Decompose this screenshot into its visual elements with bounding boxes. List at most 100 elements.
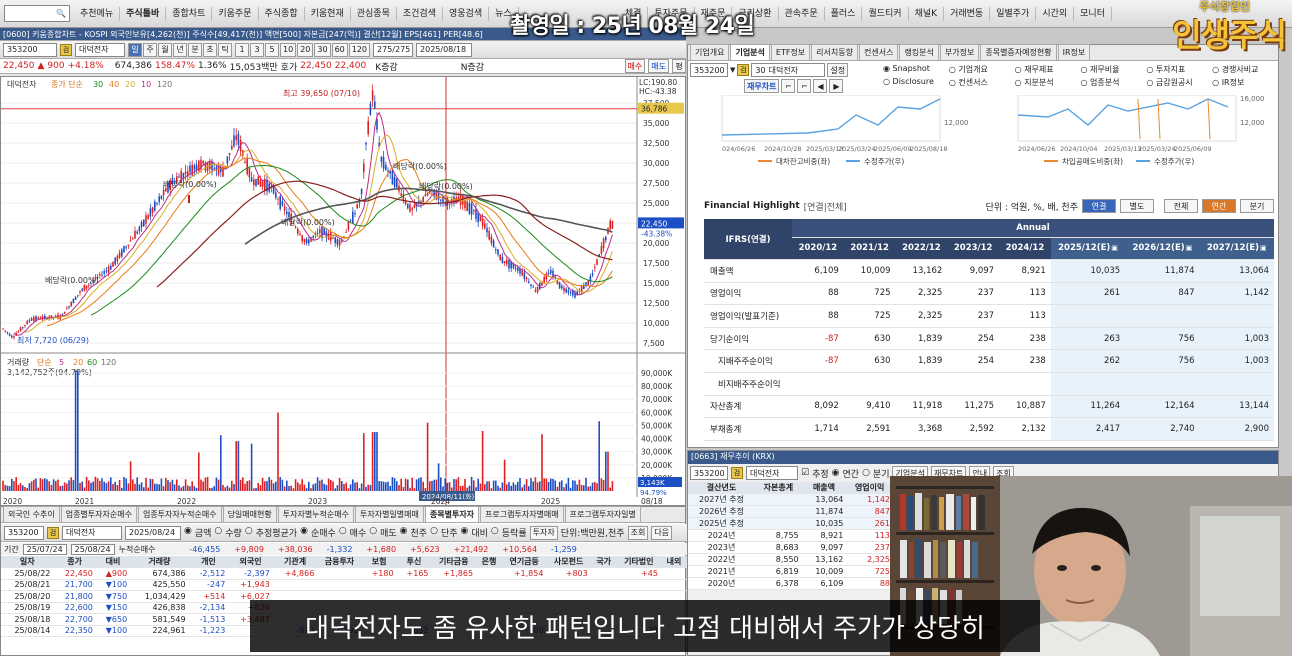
period-button-1[interactable]: 주 [143, 42, 157, 57]
buy-button[interactable]: 매수 [624, 59, 646, 73]
estimate-icon[interactable]: ▣ [1111, 244, 1118, 252]
investor-code-input[interactable]: 353200 [4, 525, 44, 540]
fin-view-radio[interactable]: ○ 컨센서스 [949, 77, 1015, 88]
chart-code-input[interactable]: 353200 [3, 42, 57, 57]
fin-tab-3[interactable]: 리서치동향 [811, 44, 858, 60]
trend-code-input[interactable]: 353200 [690, 466, 728, 480]
fin-view-radio[interactable]: ○ 재무제표 [1015, 64, 1081, 75]
menu-item-2[interactable]: 종합차트 [166, 6, 213, 21]
amount-radio-icon[interactable]: ◉ [184, 526, 192, 539]
unit-radio-icon[interactable]: ○ [430, 526, 438, 539]
fin-tab-6[interactable]: 부가정보 [939, 44, 980, 60]
period-button-2[interactable]: 월 [158, 42, 172, 57]
fin-view-radio[interactable]: ○ 업종분석 [1081, 77, 1147, 88]
period-button-6[interactable]: 틱 [218, 42, 232, 57]
menu-right-item-4[interactable]: 관속주문 [779, 6, 825, 21]
fin-view-radio[interactable]: ○ Disclosure [883, 77, 949, 88]
fin-tab-4[interactable]: 컨센서스 [858, 44, 899, 60]
fin-view-radio[interactable]: ○ IR정보 [1212, 77, 1278, 88]
trend-row[interactable]: 2020년 6,378 6,109 88 [688, 577, 893, 590]
chart-date-input[interactable]: 2025/08/18 [416, 42, 473, 57]
fin-tab-7[interactable]: 종목별증자예정현황 [980, 44, 1057, 60]
side-radio-icon[interactable]: ○ [369, 526, 377, 539]
interval-button-3[interactable]: 10 [280, 42, 297, 57]
trend-row[interactable]: 2024년 8,755 8,921 113 [688, 529, 893, 542]
menu-item-6[interactable]: 관심종목 [351, 6, 397, 21]
fin-tab-8[interactable]: IR정보 [1057, 44, 1091, 60]
investor-tab-4[interactable]: 투자자별누적순매수 [277, 506, 354, 522]
investor-tab-8[interactable]: 프로그램투자자일별 [564, 506, 641, 522]
chart-count-input[interactable]: 275/275 [373, 42, 414, 57]
trend-row[interactable]: 2022년 8,550 13,162 2,325 [688, 553, 893, 566]
investor-tab-7[interactable]: 프로그램투자자별매매 [480, 506, 564, 522]
annual-button[interactable]: 연간 [1202, 199, 1236, 213]
fin-tab-2[interactable]: ETF정보 [770, 44, 811, 60]
estimate-icon[interactable]: ▣ [1260, 244, 1267, 252]
quarter-radio[interactable]: ○ [862, 468, 870, 478]
menu-right-item-5[interactable]: 플러스 [825, 6, 863, 21]
radio-icon[interactable]: ○ [1081, 65, 1091, 74]
investor-date-input[interactable]: 2025/08/24 [125, 525, 181, 540]
trend-row[interactable]: 2026년 추정 11,874 847 [688, 505, 893, 518]
interval-button-1[interactable]: 3 [250, 42, 264, 57]
interval-button-2[interactable]: 5 [265, 42, 279, 57]
amount-radio-icon[interactable]: ○ [214, 526, 222, 539]
menu-search-input[interactable]: 🔍 [4, 5, 70, 22]
trend-row[interactable]: 2021년 6,819 10,009 725 [688, 565, 893, 578]
menu-item-1[interactable]: 주식틀바 [120, 6, 167, 21]
fin-tab-1[interactable]: 기업분석 [730, 44, 770, 60]
fin-search-button[interactable]: 검 [737, 64, 750, 76]
investor-tab-5[interactable]: 투자자별일별매매 [354, 506, 424, 522]
fin-view-radio[interactable]: ○ 지분분석 [1015, 77, 1081, 88]
radio-icon[interactable]: ○ [1212, 65, 1222, 74]
menu-item-4[interactable]: 주식종합 [259, 6, 305, 21]
investor-row[interactable]: 25/08/22 22,450 ▲900 674,386 -2,512 -2,397 +4,… [1, 567, 687, 580]
flat-button[interactable]: 평 [672, 59, 686, 73]
diff-radio-icon[interactable]: ◉ [461, 526, 469, 539]
sell-button[interactable]: 매도 [648, 59, 669, 73]
side-radio-icon[interactable]: ◉ [300, 526, 308, 539]
fin-view-radio[interactable]: ○ 기업개요 [949, 64, 1015, 75]
period-button-5[interactable]: 초 [203, 42, 217, 57]
radio-icon[interactable]: ○ [1015, 78, 1025, 87]
trend-search-button[interactable]: 검 [731, 467, 743, 479]
period-button-4[interactable]: 분 [188, 42, 202, 57]
menu-right-item-6[interactable]: 퀄드티커 [862, 6, 909, 21]
menu-right-item-9[interactable]: 일별주가 [990, 6, 1037, 21]
fin-chart-button[interactable]: 재무차트 [744, 79, 780, 93]
price-chart[interactable]: 37,50035,00032,50030,00027,50025,00022,5… [0, 76, 686, 506]
fin-nav-first-button[interactable]: ◀ [813, 79, 828, 93]
radio-icon[interactable]: ○ [1081, 78, 1091, 87]
fin-view-radio[interactable]: ◉ Snapshot [883, 64, 949, 75]
investor-search-button[interactable]: 검 [47, 526, 59, 539]
fin-nav-last-button[interactable]: ▶ [829, 79, 844, 93]
est-checkbox[interactable]: ☑ [801, 468, 809, 478]
diff-radio-icon[interactable]: ○ [491, 526, 499, 539]
radio-icon[interactable]: ◉ [883, 64, 893, 73]
menu-item-7[interactable]: 조건검색 [397, 6, 443, 21]
fin-settings-button[interactable]: 설정 [827, 63, 849, 77]
investor-lookup-button[interactable]: 조회 [627, 525, 649, 540]
interval-button-4[interactable]: 20 [297, 42, 314, 57]
side-radio-icon[interactable]: ○ [339, 526, 347, 539]
menu-right-item-10[interactable]: 시간외 [1036, 6, 1075, 21]
period-button-3[interactable]: 년 [173, 42, 187, 57]
fin-tab-0[interactable]: 기업개요 [690, 44, 730, 60]
fin-view-radio[interactable]: ○ 투자지표 [1146, 64, 1212, 75]
investor-tab-3[interactable]: 당일매매현황 [222, 506, 277, 522]
quarter-button[interactable]: 분기 [1240, 199, 1274, 213]
estimate-icon[interactable]: ▣ [1186, 244, 1193, 252]
year-radio[interactable]: ◉ [832, 468, 840, 478]
fin-view-radio[interactable]: ○ 경쟁사비교 [1212, 64, 1278, 75]
radio-icon[interactable]: ○ [949, 65, 959, 74]
radio-icon[interactable]: ○ [1212, 78, 1222, 87]
radio-icon[interactable]: ○ [1146, 65, 1156, 74]
interval-button-0[interactable]: 1 [235, 42, 249, 57]
investor-tab-0[interactable]: 외국인 수추이 [3, 506, 60, 522]
menu-item-8[interactable]: 영웅검색 [443, 6, 490, 21]
separate-button[interactable]: 별도 [1120, 199, 1154, 213]
radio-icon[interactable]: ○ [949, 78, 959, 87]
period-from-input[interactable]: 25/07/24 [22, 543, 67, 555]
interval-button-6[interactable]: 60 [331, 42, 348, 57]
interval-button-5[interactable]: 30 [314, 42, 331, 57]
